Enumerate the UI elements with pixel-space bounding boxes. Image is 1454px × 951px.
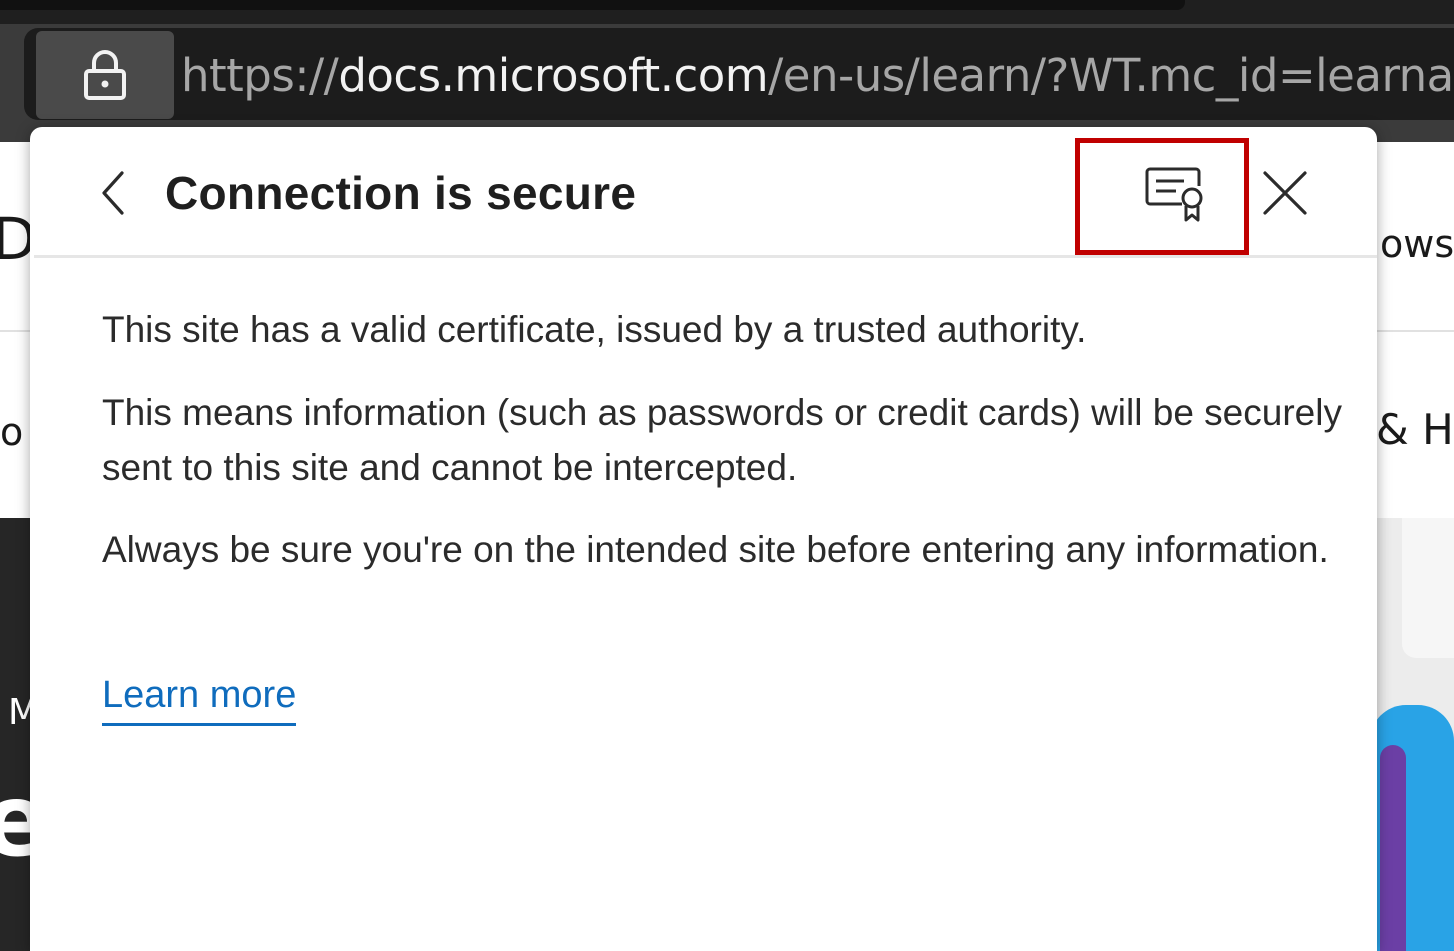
close-icon	[1263, 171, 1307, 215]
site-info-button[interactable]	[36, 31, 174, 119]
flyout-header-divider	[34, 255, 1377, 258]
active-tab-edge	[0, 0, 1185, 10]
url-path: /en-us/learn/?WT.mc_id=learnaka	[768, 49, 1454, 102]
nav-item-fragment: o	[0, 410, 24, 454]
chevron-left-icon	[102, 171, 124, 215]
url-scheme: https://	[181, 49, 339, 102]
flyout-title: Connection is secure	[165, 167, 637, 219]
security-advice-text: Always be sure you're on the intended si…	[102, 529, 1329, 570]
certificate-button[interactable]	[1140, 160, 1210, 230]
hero-graphic-shape	[1402, 518, 1454, 658]
back-button[interactable]	[90, 160, 136, 226]
url-host: docs.microsoft.com	[338, 49, 769, 102]
lock-icon	[84, 50, 126, 100]
tab-strip	[0, 0, 1454, 24]
nav-item-fragment: ows	[1380, 222, 1454, 266]
certificate-icon	[1145, 167, 1203, 222]
url-text[interactable]: https://docs.microsoft.com/en-us/learn/?…	[181, 46, 1454, 106]
security-explanation-text: This means information (such as password…	[102, 392, 1342, 488]
nav-item-fragment: & H	[1376, 405, 1454, 454]
hero-graphic-shape	[1380, 745, 1406, 951]
close-button[interactable]	[1255, 160, 1315, 226]
certificate-status-text: This site has a valid certificate, issue…	[102, 309, 1087, 350]
learn-more-link[interactable]: Learn more	[102, 668, 297, 726]
